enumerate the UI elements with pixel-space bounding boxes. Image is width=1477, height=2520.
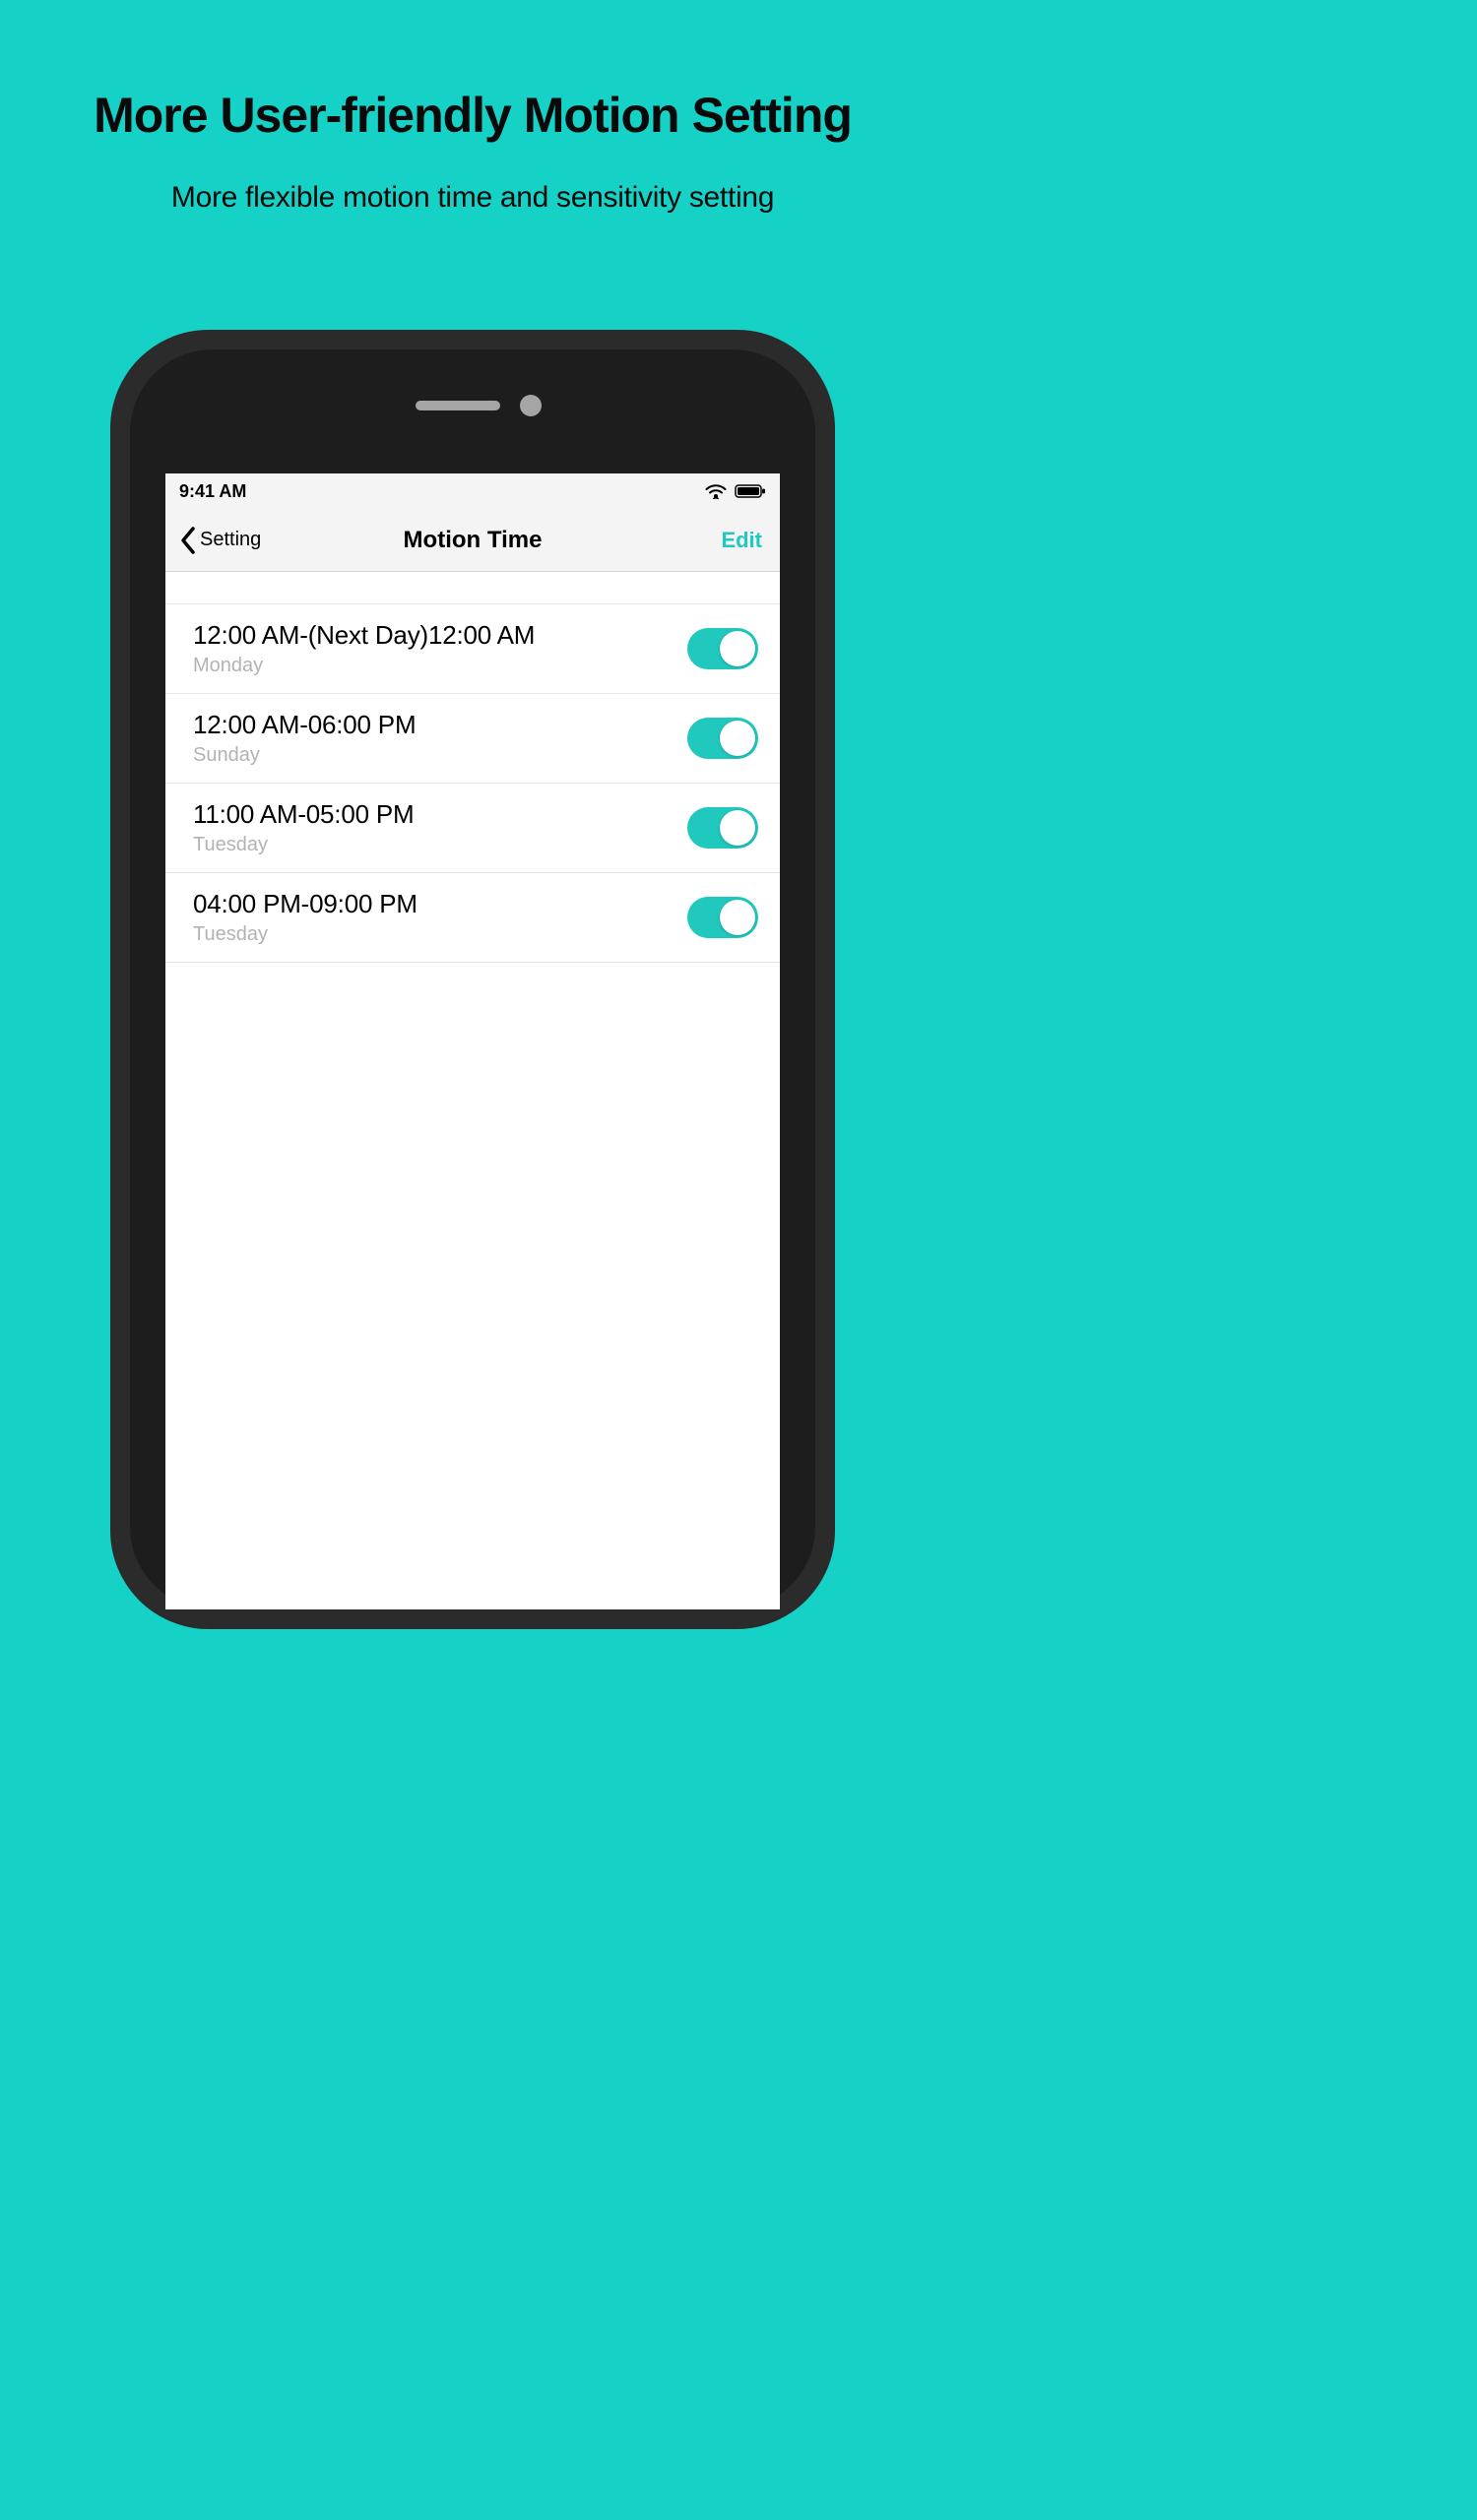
day-label: Monday [193, 655, 535, 677]
phone-camera [520, 395, 542, 416]
time-range-label: 04:00 PM-09:00 PM [193, 889, 417, 919]
nav-bar: Setting Motion Time Edit [165, 509, 780, 572]
status-bar: 9:41 AM [165, 473, 780, 509]
wifi-icon [705, 483, 727, 499]
time-range-label: 12:00 AM-06:00 PM [193, 710, 416, 740]
edit-button[interactable]: Edit [721, 528, 762, 553]
promo-subtitle: More flexible motion time and sensitivit… [0, 181, 945, 215]
list-item[interactable]: 12:00 AM-06:00 PM Sunday [165, 694, 780, 784]
enable-toggle[interactable] [687, 718, 758, 759]
enable-toggle[interactable] [687, 897, 758, 938]
phone-screen: 9:41 AM [165, 473, 780, 1609]
battery-icon [735, 483, 766, 499]
phone-frame: 9:41 AM [110, 330, 835, 1629]
day-label: Sunday [193, 744, 416, 767]
chevron-left-icon [179, 526, 197, 555]
time-range-label: 12:00 AM-(Next Day)12:00 AM [193, 620, 535, 651]
list-item[interactable]: 04:00 PM-09:00 PM Tuesday [165, 873, 780, 963]
phone-outer-shell: 9:41 AM [110, 330, 835, 1629]
promo-title: More User-friendly Motion Setting [0, 0, 945, 144]
list-item[interactable]: 12:00 AM-(Next Day)12:00 AM Monday [165, 604, 780, 694]
back-label: Setting [200, 529, 261, 551]
time-range-label: 11:00 AM-05:00 PM [193, 799, 414, 830]
status-time: 9:41 AM [179, 481, 246, 502]
back-button[interactable]: Setting [179, 526, 261, 555]
phone-inner-shell: 9:41 AM [130, 349, 815, 1609]
motion-time-list: 12:00 AM-(Next Day)12:00 AM Monday 12:00… [165, 603, 780, 963]
day-label: Tuesday [193, 923, 417, 946]
list-item[interactable]: 11:00 AM-05:00 PM Tuesday [165, 784, 780, 873]
enable-toggle[interactable] [687, 807, 758, 849]
phone-speaker [416, 401, 500, 410]
day-label: Tuesday [193, 834, 414, 856]
enable-toggle[interactable] [687, 628, 758, 669]
